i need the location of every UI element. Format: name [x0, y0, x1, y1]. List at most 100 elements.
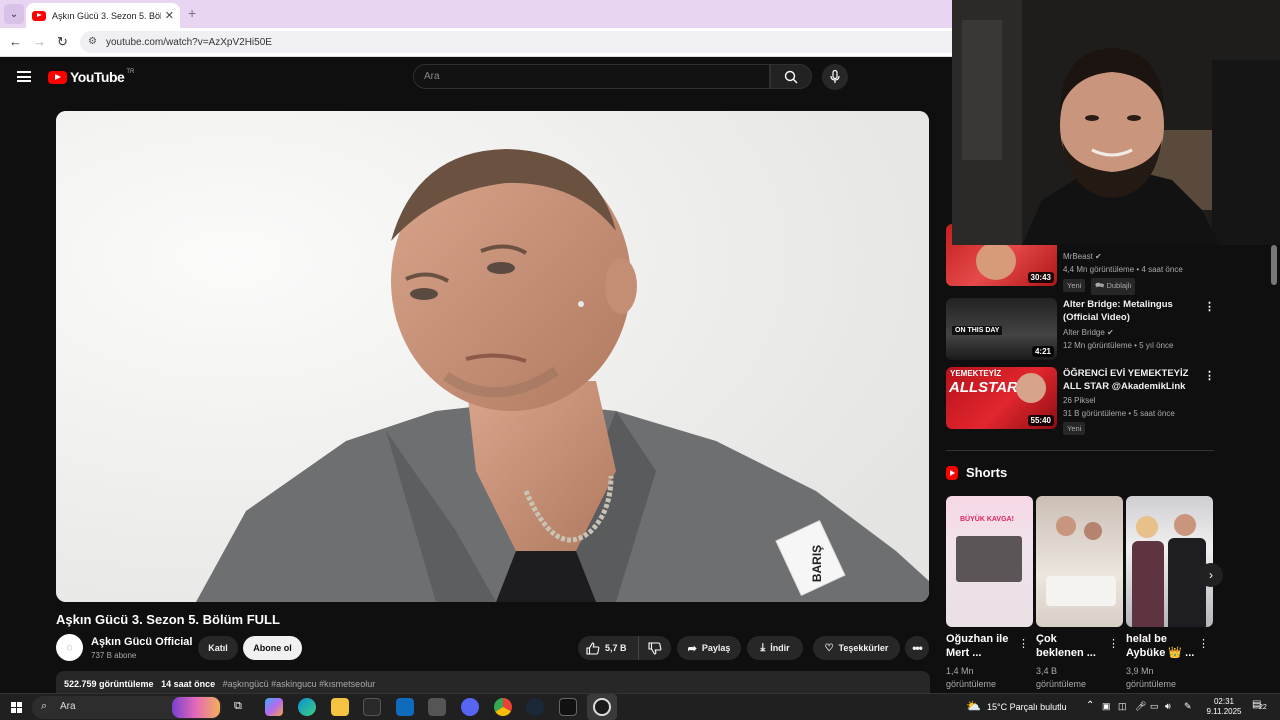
video-thumbnail[interactable]: YEMEKTEYİZ ALLSTAR 55:40	[946, 367, 1057, 429]
short-thumbnail[interactable]: BÜYÜK KAVGA!	[946, 496, 1033, 627]
heart-dollar-icon: ♡	[824, 642, 834, 654]
short-title[interactable]: Çok beklenen ...	[1036, 632, 1106, 660]
new-badge: Yeni	[1063, 279, 1086, 292]
photos-icon[interactable]	[428, 698, 446, 716]
taskbar-clock[interactable]: 02:31 9.11.2025	[1204, 697, 1244, 717]
chevron-up-icon[interactable]: ⌃	[1086, 700, 1094, 711]
channel-name[interactable]: Alter Bridge ✔	[1063, 328, 1114, 337]
verified-icon: ✔	[1107, 328, 1114, 337]
store-icon[interactable]	[363, 698, 381, 716]
tray-app-icon[interactable]: ◫	[1118, 701, 1127, 712]
download-button[interactable]: ⤓ İndir	[747, 636, 803, 660]
more-vertical-icon[interactable]: ⋮	[1108, 637, 1119, 650]
divider	[946, 450, 1214, 451]
search-input[interactable]: Ara	[413, 64, 770, 89]
youtube-favicon-icon	[32, 10, 46, 21]
share-button[interactable]: ➦ Paylaş	[677, 636, 741, 660]
pen-icon[interactable]: ✎	[1184, 701, 1192, 712]
video-thumbnail[interactable]: ON THIS DAY 4:21	[946, 298, 1057, 360]
outlook-icon[interactable]	[396, 698, 414, 716]
discord-icon[interactable]	[461, 698, 479, 716]
url-input[interactable]: ⚙ youtube.com/watch?v=AzXpV2Hi50E	[80, 31, 952, 53]
search-button[interactable]	[770, 64, 812, 89]
more-vertical-icon[interactable]: ⋮	[1204, 300, 1215, 313]
channel-name[interactable]: 26 Piksel	[1063, 396, 1095, 405]
channel-name[interactable]: Aşkın Gücü Official	[91, 636, 192, 648]
short-views: 3,9 Mn görüntüleme	[1126, 666, 1177, 689]
short-thumbnail[interactable]	[1126, 496, 1213, 627]
volume-icon[interactable]: 🔊︎	[1165, 701, 1171, 712]
site-settings-icon[interactable]: ⚙	[88, 36, 100, 48]
microphone-icon[interactable]: 🎤︎	[1135, 701, 1146, 712]
recommended-video[interactable]: YEMEKTEYİZ ALLSTAR 55:40 ÖĞRENCİ EVİ YEM…	[946, 367, 1216, 435]
subscribe-button[interactable]: Abone ol	[243, 636, 302, 660]
more-vertical-icon[interactable]: ⋮	[1198, 637, 1209, 650]
youtube-play-icon	[48, 70, 67, 84]
task-view-icon[interactable]: ⧉	[234, 700, 242, 713]
taskbar-search-input[interactable]: ⌕ Ara	[32, 696, 222, 719]
logo-text: YouTube	[70, 69, 125, 85]
search-highlight-image	[172, 697, 220, 718]
steam-icon[interactable]	[526, 698, 544, 716]
obs-icon[interactable]	[593, 698, 611, 716]
channel-avatar[interactable]: ◯	[56, 634, 83, 661]
dislike-button[interactable]	[638, 636, 671, 660]
clock-date: 9.11.2025	[1206, 707, 1242, 716]
close-tab-icon[interactable]: ✕	[165, 9, 174, 22]
search-icon	[784, 70, 798, 83]
short-title[interactable]: helal be Aybüke 👑 ...	[1126, 632, 1196, 660]
recommended-video[interactable]: ON THIS DAY 4:21 Alter Bridge: Metalingu…	[946, 298, 1216, 360]
dub-icon: 🗪	[1095, 281, 1105, 290]
browser-tab[interactable]: Aşkın Gücü 3. Sezon 5. Bölüm F ✕	[26, 3, 180, 28]
join-button[interactable]: Katıl	[198, 636, 238, 660]
thumbnail-caption-large: ALLSTAR	[949, 379, 1018, 396]
more-vertical-icon[interactable]: ⋮	[1204, 369, 1215, 382]
video-meta: 12 Mn görüntüleme • 5 yıl önce	[1063, 341, 1174, 350]
video-duration: 55:40	[1027, 415, 1054, 426]
tab-search-button[interactable]: ⌄	[4, 4, 24, 24]
hashtags[interactable]: #aşkıngücü #askingucu #kısmetseolur	[223, 679, 376, 689]
file-explorer-icon[interactable]	[331, 698, 349, 716]
new-tab-icon[interactable]: +	[188, 5, 196, 21]
taskbar-search-label: Ara	[60, 701, 76, 712]
reload-icon[interactable]: ↻	[57, 34, 68, 50]
menu-icon[interactable]	[17, 71, 31, 82]
download-icon: ⤓	[760, 641, 766, 654]
channel-name[interactable]: MrBeast ✔	[1063, 252, 1102, 261]
share-arrow-icon: ➦	[687, 642, 697, 655]
description-box[interactable]: 522.759 görüntüleme 14 saat önce #aşkıng…	[56, 671, 930, 693]
webcam-overlay	[952, 0, 1280, 245]
like-button[interactable]: 5,7 B	[578, 636, 638, 660]
weather-icon[interactable]: ⛅	[966, 699, 981, 713]
youtube-logo[interactable]: YouTube TR	[48, 69, 134, 85]
back-arrow-icon[interactable]: ←	[9, 34, 22, 49]
more-vertical-icon[interactable]: ⋮	[1018, 637, 1029, 650]
search-icon: ⌕	[41, 700, 48, 712]
sidebar-scrollbar[interactable]	[1271, 245, 1277, 285]
video-title[interactable]: Alter Bridge: Metalingus (Official Video…	[1063, 298, 1203, 324]
video-title[interactable]: ÖĞRENCİ EVİ YEMEKTEYİZ ALL STAR @Akademi…	[1063, 367, 1203, 393]
edge-icon[interactable]	[298, 698, 316, 716]
shorts-title: Shorts	[966, 465, 1008, 480]
more-actions-button[interactable]: •••	[905, 636, 929, 660]
video-duration: 4:21	[1031, 346, 1054, 357]
url-text: youtube.com/watch?v=AzXpV2Hi50E	[106, 36, 272, 48]
tray-app-icon[interactable]: ▣	[1102, 701, 1111, 712]
windows-start-icon[interactable]	[11, 702, 22, 713]
forward-arrow-icon[interactable]: →	[33, 34, 46, 49]
chrome-icon[interactable]	[494, 698, 512, 716]
video-frame-image: BARIŞ	[56, 111, 929, 602]
short-title[interactable]: Oğuzhan ile Mert ...	[946, 632, 1016, 660]
short-thumbnail[interactable]	[1036, 496, 1123, 627]
weather-text[interactable]: 15°C Parçalı bulutlu	[987, 702, 1067, 712]
video-player[interactable]: BARIŞ	[56, 111, 929, 602]
network-icon[interactable]: ▭	[1150, 701, 1159, 712]
shorts-next-button[interactable]: ›	[1199, 563, 1223, 587]
epic-games-icon[interactable]	[559, 698, 577, 716]
thanks-button[interactable]: ♡ Teşekkürler	[813, 636, 900, 660]
voice-search-button[interactable]	[822, 64, 848, 90]
tab-title: Aşkın Gücü 3. Sezon 5. Bölüm F	[52, 10, 161, 21]
country-code: TR	[126, 69, 135, 75]
copilot-icon[interactable]	[265, 698, 283, 716]
video-meta: 4,4 Mn görüntüleme • 4 saat önce	[1063, 265, 1183, 274]
